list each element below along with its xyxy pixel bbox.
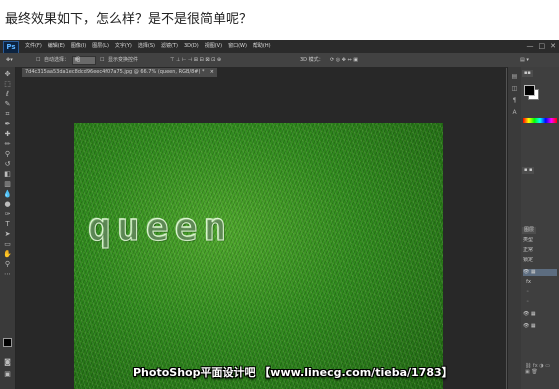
layer-row[interactable]: ◦	[523, 289, 557, 296]
menu-filter[interactable]: 滤镜(T)	[158, 40, 181, 53]
menu-select[interactable]: 选择(S)	[135, 40, 158, 53]
menu-edit[interactable]: 编辑(E)	[45, 40, 68, 53]
maximize-icon[interactable]: □	[539, 42, 546, 51]
align-icons[interactable]: ⊤ ⊥ ⊢ ⊣ ⊞ ⊟ ⊠ ⊡ ⊕	[170, 56, 221, 64]
lasso-icon[interactable]: ℓ	[3, 91, 12, 98]
color-spectrum-bar[interactable]	[523, 118, 557, 123]
quick-select-icon[interactable]: ✎	[3, 101, 12, 108]
path-select-icon[interactable]: ➤	[3, 231, 12, 238]
menu-file[interactable]: 文件(F)	[22, 40, 45, 53]
layer-actions-bar[interactable]: ⛓ fx ◑ ▭ ▣ 🗑	[525, 363, 555, 375]
screen-mode-icon[interactable]: ▣	[3, 371, 12, 378]
minimize-icon[interactable]: —	[527, 42, 534, 51]
menu-image[interactable]: 图像(I)	[68, 40, 89, 53]
history-brush-icon[interactable]: ↺	[3, 161, 12, 168]
workspace-switcher[interactable]: ▤ ▾	[520, 56, 529, 64]
menu-window[interactable]: 窗口(W)	[225, 40, 250, 53]
hand-icon[interactable]: ✋	[3, 251, 12, 258]
tools-panel: ✥ ⬚ ℓ ✎ ⌗ ✒ ✚ ✏ ⚲ ↺ ◧ ▥ 💧 ● ✑ T ➤ ▭ ✋ ⚲ …	[0, 67, 16, 389]
panel-dock: ▪▪ ▪ ▪ 图层 类型 正常 锁定 👁 ▦ fx ◦ ◦ 👁 ▦ 👁 ▦ ⛓ …	[521, 67, 559, 389]
crop-icon[interactable]: ⌗	[3, 111, 12, 118]
queen-text-effect: queen	[87, 204, 233, 249]
menu-help[interactable]: 帮助(H)	[250, 40, 274, 53]
more-tools-icon[interactable]: ⋯	[3, 271, 12, 278]
layers-panel-tab[interactable]: 图层	[522, 227, 537, 234]
show-transform-checkbox[interactable]: ☐	[100, 56, 104, 64]
quick-mask-icon[interactable]: ◙	[3, 359, 12, 366]
move-icon[interactable]: ✥	[3, 71, 12, 78]
gradient-icon[interactable]: ▥	[3, 181, 12, 188]
eraser-icon[interactable]: ◧	[3, 171, 12, 178]
layer-row[interactable]: 👁 ▦	[523, 311, 557, 318]
collapsed-panel-strip: ▤ ◫ ¶ A	[507, 67, 521, 389]
site-watermark: PhotoShop平面设计吧 【www.linecg.com/tieba/178…	[133, 366, 453, 379]
brush-icon[interactable]: ✏	[3, 141, 12, 148]
auto-select-label: 自动选择：	[44, 57, 70, 63]
clone-stamp-icon[interactable]: ⚲	[3, 151, 12, 158]
show-transform-label: 显示变换控件	[108, 57, 139, 63]
layer-row[interactable]: 👁 ▦	[523, 323, 557, 330]
properties-panel-icon[interactable]: ◫	[510, 85, 519, 92]
eyedropper-icon[interactable]: ✒	[3, 121, 12, 128]
3d-tool-icons[interactable]: ⟳ ◎ ✥ ⇔ ▣	[330, 56, 358, 64]
foreground-color-swatch[interactable]	[3, 338, 12, 347]
zoom-icon[interactable]: ⚲	[3, 261, 12, 268]
menu-3d[interactable]: 3D(D)	[181, 40, 202, 53]
grass-canvas[interactable]: queen	[74, 123, 443, 389]
auto-select-value: 组	[75, 57, 81, 63]
marquee-icon[interactable]: ⬚	[3, 81, 12, 88]
paragraph-panel-icon[interactable]: ¶	[510, 97, 519, 104]
document-tab-title: 7d4c315aa53da1ec8dcd96eec4f07a75.jpg @ 6…	[25, 69, 205, 75]
pen-icon[interactable]: ✑	[3, 211, 12, 218]
blur-icon[interactable]: 💧	[3, 191, 12, 198]
document-tab[interactable]: 7d4c315aa53da1ec8dcd96eec4f07a75.jpg @ 6…	[22, 68, 217, 77]
window-controls: — □ ✕	[527, 42, 557, 51]
layer-row[interactable]: 👁 ▦	[523, 269, 557, 276]
healing-brush-icon[interactable]: ✚	[3, 131, 12, 138]
character-panel-icon[interactable]: A	[510, 109, 519, 116]
color-panel-tab[interactable]: ▪▪	[522, 70, 533, 77]
adjustments-panel-tab[interactable]: ▪ ▪	[522, 167, 535, 174]
dodge-icon[interactable]: ●	[3, 201, 12, 208]
layer-row[interactable]: ◦	[523, 299, 557, 306]
close-icon[interactable]: ✕	[550, 42, 556, 51]
move-tool-icon[interactable]: ✥▾	[6, 56, 13, 64]
menu-list: 文件(F) 编辑(E) 图像(I) 图层(L) 文字(Y) 选择(S) 滤镜(T…	[22, 40, 274, 53]
shape-icon[interactable]: ▭	[3, 241, 12, 248]
blend-mode-select[interactable]: 正常	[523, 247, 557, 254]
lock-label: 锁定	[523, 257, 534, 263]
tab-close-icon[interactable]: ×	[210, 68, 214, 77]
document-area: 7d4c315aa53da1ec8dcd96eec4f07a75.jpg @ 6…	[16, 67, 506, 389]
menu-view[interactable]: 视图(V)	[202, 40, 225, 53]
layer-row[interactable]: fx	[523, 279, 557, 286]
type-icon[interactable]: T	[3, 221, 12, 228]
panel-foreground-color[interactable]	[524, 85, 535, 96]
auto-select-dropdown[interactable]: 组	[72, 56, 96, 65]
menu-type[interactable]: 文字(Y)	[112, 40, 135, 53]
photoshop-window: Ps 文件(F) 编辑(E) 图像(I) 图层(L) 文字(Y) 选择(S) 滤…	[0, 40, 559, 389]
options-bar: ✥▾ ☐ 自动选择： 组 ☐ 显示变换控件 ⊤ ⊥ ⊢ ⊣ ⊞ ⊟ ⊠ ⊡ ⊕ …	[0, 53, 559, 68]
layer-filter-kind[interactable]: 类型	[523, 237, 557, 244]
menu-layer[interactable]: 图层(L)	[89, 40, 112, 53]
menu-bar: Ps 文件(F) 编辑(E) 图像(I) 图层(L) 文字(Y) 选择(S) 滤…	[0, 40, 559, 54]
auto-select-checkbox[interactable]: ☐	[36, 56, 40, 64]
mode-3d-label: 3D 模式：	[300, 57, 324, 63]
post-caption: 最终效果如下，怎么样？是不是很简单呢？	[5, 12, 253, 27]
history-panel-icon[interactable]: ▤	[510, 73, 519, 80]
